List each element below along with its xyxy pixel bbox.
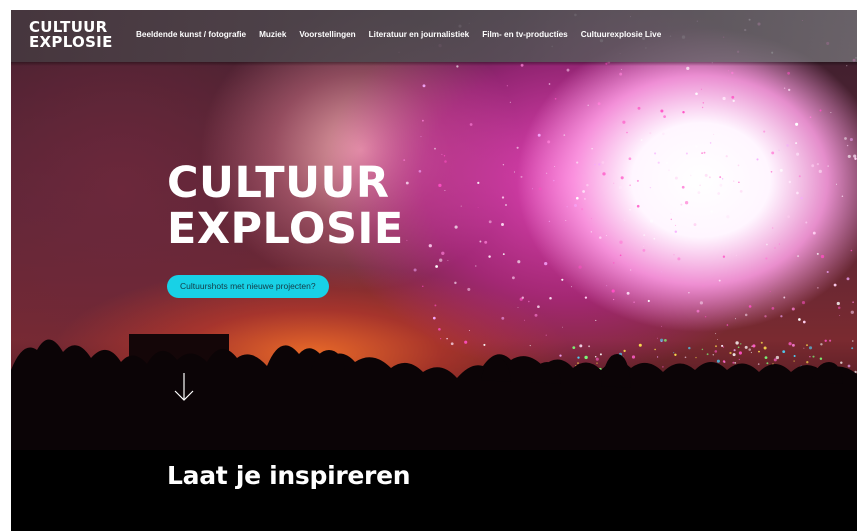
nav-item-beeldende-kunst[interactable]: Beeldende kunst / fotografie [136,30,246,39]
nav-shadow [11,62,857,66]
nav-item-literatuur[interactable]: Literatuur en journalistiek [369,30,470,39]
cultuurshots-button[interactable]: Cultuurshots met nieuwe projecten? [167,275,329,298]
hero-section [11,10,857,450]
nav-item-muziek[interactable]: Muziek [259,30,286,39]
top-navigation: CULTUUR EXPLOSIE Beeldende kunst / fotog… [11,10,857,62]
nav-item-film-tv[interactable]: Film- en tv-producties [482,30,568,39]
crowd-silhouette [11,334,857,450]
site-logo[interactable]: CULTUUR EXPLOSIE [29,20,113,50]
hero-title: CULTUUR EXPLOSIE [167,160,404,252]
section-title: Laat je inspireren [167,461,411,490]
nav-item-live[interactable]: Cultuurexplosie Live [581,30,662,39]
page: CULTUUR EXPLOSIE Beeldende kunst / fotog… [11,10,857,531]
arrow-down-icon[interactable] [173,372,195,407]
main-menu: Beeldende kunst / fotografie Muziek Voor… [136,30,674,39]
hero-title-line-1: CULTUUR [167,158,390,208]
hero-title-line-2: EXPLOSIE [167,204,404,254]
nav-item-voorstellingen[interactable]: Voorstellingen [299,30,355,39]
logo-line-2: EXPLOSIE [29,33,113,51]
